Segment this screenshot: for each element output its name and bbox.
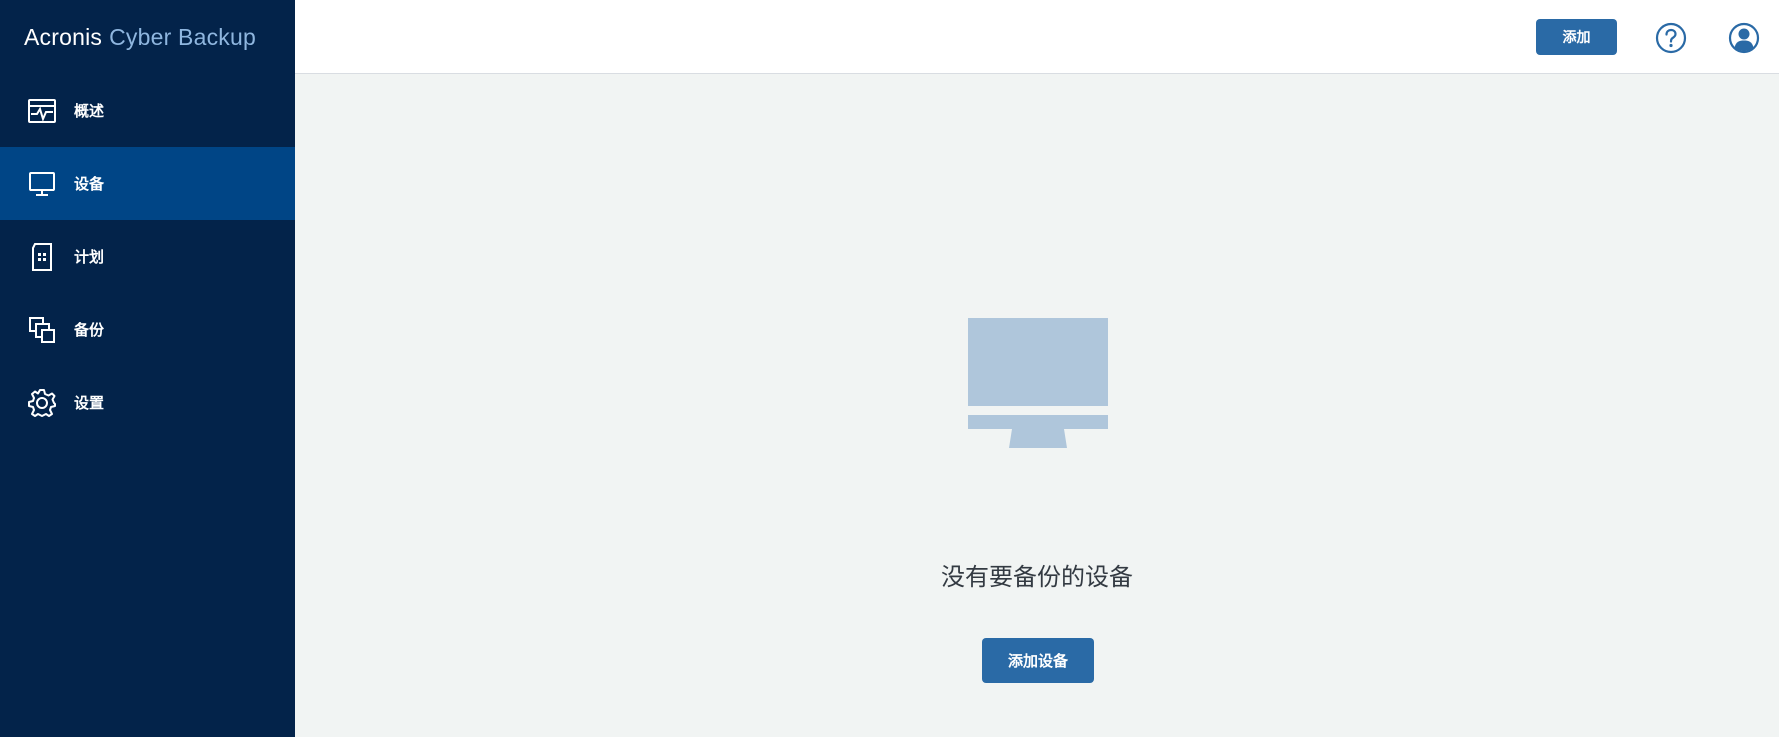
sidebar-item-backups[interactable]: 备份 xyxy=(0,293,295,366)
top-bar: 添加 xyxy=(295,0,1779,74)
brand-secondary: Cyber Backup xyxy=(109,23,256,50)
sidebar-item-devices[interactable]: 设备 xyxy=(0,147,295,220)
empty-state-message: 没有要备份的设备 xyxy=(941,563,1133,591)
plan-icon xyxy=(26,241,58,273)
gear-icon xyxy=(26,387,58,419)
user-icon[interactable] xyxy=(1728,22,1760,54)
add-button[interactable]: 添加 xyxy=(1536,19,1617,55)
add-device-button[interactable]: 添加设备 xyxy=(982,638,1094,683)
sidebar-item-label: 设置 xyxy=(74,394,105,412)
sidebar-item-settings[interactable]: 设置 xyxy=(0,366,295,439)
sidebar-item-label: 概述 xyxy=(74,102,105,120)
monitor-icon xyxy=(26,168,58,200)
help-icon[interactable] xyxy=(1655,22,1687,54)
monitor-icon xyxy=(968,318,1108,448)
backup-copies-icon xyxy=(26,314,58,346)
sidebar-item-label: 设备 xyxy=(74,175,105,193)
sidebar-item-plans[interactable]: 计划 xyxy=(0,220,295,293)
sidebar-item-label: 计划 xyxy=(74,248,105,266)
brand-primary: Acronis xyxy=(24,23,103,50)
overview-pulse-icon xyxy=(26,95,58,127)
sidebar: Acronis Cyber Backup 概述 设备 计划 备份 设置 xyxy=(0,0,295,737)
sidebar-item-overview[interactable]: 概述 xyxy=(0,74,295,147)
sidebar-item-label: 备份 xyxy=(74,321,105,339)
main-content: 没有要备份的设备 添加设备 xyxy=(295,75,1779,737)
brand-logo[interactable]: Acronis Cyber Backup xyxy=(0,0,295,74)
